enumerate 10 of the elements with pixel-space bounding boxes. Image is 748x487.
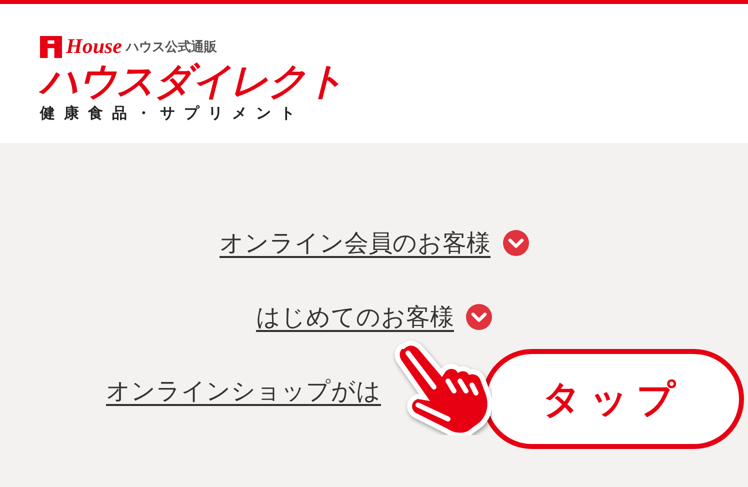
text-link[interactable]: オンライン会員のお客様	[220, 227, 490, 259]
chevron-down-icon[interactable]	[502, 230, 528, 256]
text-link[interactable]: オンラインショップがは	[106, 375, 381, 407]
logo-name: ハウスダイレクト	[40, 59, 344, 103]
house-logo-icon	[40, 36, 62, 58]
chevron-down-icon[interactable]	[466, 304, 492, 330]
logo-tagline: ハウス公式通販	[126, 38, 218, 56]
text-link[interactable]: はじめてのお客様	[256, 301, 454, 333]
logo-subtitle: 健康食品・サプリメント	[40, 103, 305, 123]
brand-name: House	[66, 34, 122, 59]
